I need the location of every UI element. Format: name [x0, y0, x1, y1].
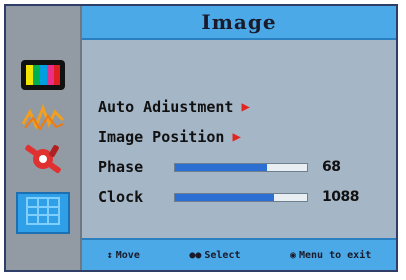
hint-exit-label: Menu to exit: [299, 249, 372, 261]
phase-value: 68: [322, 159, 341, 175]
image-menu: Auto Adiustment ▶ Image Position ▶ Phase…: [98, 92, 388, 212]
sidebar-item-signal[interactable]: [16, 100, 70, 138]
sidebar-item-tools[interactable]: [16, 142, 70, 180]
menu-item-image-position[interactable]: Image Position ▶: [98, 122, 388, 152]
hint-select: ●● Select: [189, 250, 240, 261]
signal-wave-icon: [21, 102, 65, 136]
clock-slider[interactable]: [174, 192, 308, 202]
submenu-arrow-icon: ▶: [232, 129, 241, 145]
menu-item-phase[interactable]: Phase 68: [98, 152, 388, 182]
phase-label: Phase: [98, 158, 144, 176]
hint-move-label: Move: [115, 249, 140, 261]
hint-select-label: Select: [204, 249, 241, 261]
menu-item-auto-adjustment[interactable]: Auto Adiustment ▶: [98, 92, 388, 122]
clock-label: Clock: [98, 188, 144, 206]
sidebar-item-image[interactable]: [16, 192, 70, 234]
menu-item-clock[interactable]: Clock 1088: [98, 182, 388, 212]
clock-slider-fill: [175, 193, 274, 201]
color-bars-icon: [21, 60, 65, 94]
phase-slider-fill: [175, 163, 268, 171]
select-button-icon: ●●: [189, 249, 202, 261]
menu-item-label: Image Position: [98, 128, 225, 146]
sidebar: [6, 6, 82, 270]
page-title: Image: [82, 6, 396, 40]
hint-move: ↕ Move: [107, 250, 140, 261]
submenu-arrow-icon: ▶: [241, 99, 250, 115]
sidebar-item-color[interactable]: [16, 58, 70, 96]
osd-menu: Image Auto Adiustment ▶ Image Position ▶…: [4, 4, 398, 272]
tools-icon: [21, 143, 65, 179]
menu-button-icon: ◉: [289, 249, 296, 261]
footer-hints: ↕ Move ●● Select ◉ Menu to exit: [82, 238, 396, 270]
clock-value: 1088: [322, 189, 359, 205]
menu-item-label: Auto Adiustment: [98, 98, 234, 116]
image-grid-icon: [26, 197, 60, 229]
phase-slider[interactable]: [174, 162, 308, 172]
hint-exit: ◉ Menu to exit: [290, 250, 371, 261]
up-down-arrow-icon: ↕: [106, 249, 113, 261]
